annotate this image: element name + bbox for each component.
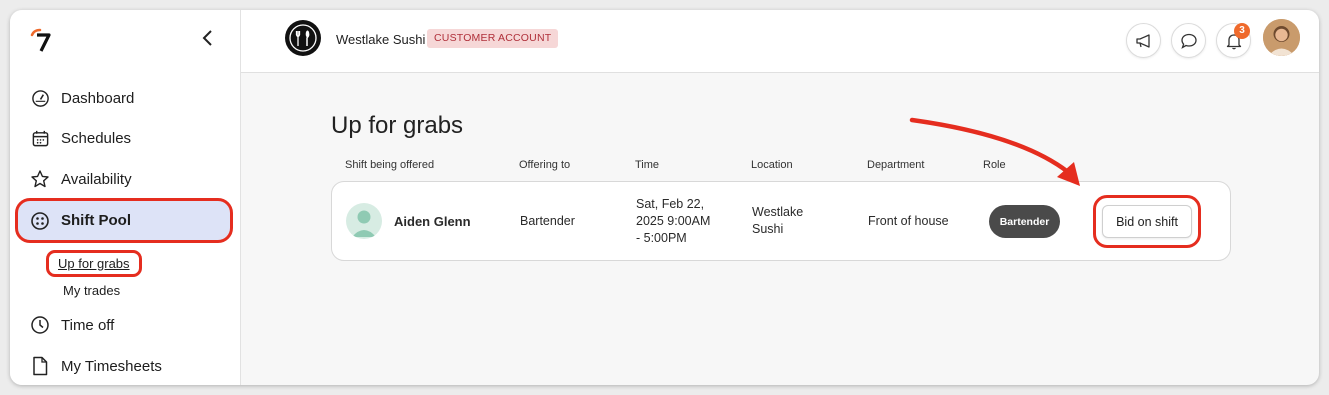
bid-on-shift-button[interactable]: Bid on shift [1102, 205, 1192, 238]
time-end-line: - 5:00PM [636, 231, 687, 245]
app-window: Dashboard Schedules Availability Shift P… [10, 10, 1319, 385]
company-logo-icon[interactable] [285, 20, 321, 56]
chat-bubble-icon [1180, 33, 1197, 49]
column-header-role: Role [983, 159, 1006, 171]
time-cell: Sat, Feb 22, 2025 9:00AM - 5:00PM [636, 196, 710, 247]
sidebar-item-label: My Timesheets [61, 357, 162, 375]
time-date-line: Sat, Feb 22, [636, 197, 705, 211]
sidebar-item-time-off[interactable]: Time off [18, 307, 230, 343]
department-cell: Front of house [868, 214, 949, 228]
location-line-1: Westlake [752, 205, 804, 219]
megaphone-icon [1135, 33, 1150, 48]
chevron-left-icon[interactable] [198, 28, 218, 48]
calendar-icon [30, 128, 50, 148]
sidebar-item-my-timesheets[interactable]: My Timesheets [18, 348, 230, 384]
company-name: Westlake Sushi [336, 32, 426, 47]
account-type-badge: CUSTOMER ACCOUNT [427, 29, 559, 48]
column-header-offering-to: Offering to [519, 159, 571, 171]
offerer-name: Aiden Glenn [394, 214, 471, 229]
column-header-shift: Shift being offered [345, 159, 435, 171]
sidebar-item-label: Time off [61, 316, 115, 334]
user-avatar[interactable] [1263, 19, 1300, 56]
bid-highlight: Bid on shift [1093, 195, 1201, 248]
sidebar-item-label: Dashboard [61, 89, 135, 107]
subnav-label: My trades [63, 283, 121, 298]
sidebar-item-label: Shift Pool [61, 212, 131, 229]
sidebar-item-schedules[interactable]: Schedules [18, 120, 230, 156]
document-icon [30, 356, 50, 376]
sidebar-item-dashboard[interactable]: Dashboard [18, 80, 230, 116]
location-line-2: Sushi [752, 222, 784, 236]
clock-icon [30, 315, 50, 335]
messages-button[interactable] [1171, 23, 1206, 58]
column-header-location: Location [751, 159, 793, 171]
notification-count-badge: 3 [1234, 23, 1250, 39]
sidebar-item-availability[interactable]: Availability [18, 161, 230, 197]
person-avatar-icon [346, 203, 382, 239]
time-start-line: 2025 9:00AM [636, 214, 711, 228]
sidebar: Dashboard Schedules Availability Shift P… [10, 10, 241, 385]
sidebar-item-label: Availability [61, 170, 132, 188]
announcements-button[interactable] [1126, 23, 1161, 58]
star-icon [30, 169, 50, 189]
subnav-my-trades[interactable]: My trades [63, 283, 120, 298]
subnav-label: Up for grabs [58, 256, 130, 271]
role-pill: Bartender [989, 205, 1060, 238]
table-row: Aiden Glenn Bartender Sat, Feb 22, 2025 … [331, 181, 1231, 261]
top-bar: Westlake Sushi CUSTOMER ACCOUNT 3 [241, 10, 1319, 73]
subnav-up-for-grabs[interactable]: Up for grabs [46, 250, 142, 277]
offering-to-cell: Bartender [520, 214, 575, 228]
shift-pool-icon [30, 211, 50, 231]
column-header-department: Department [867, 159, 925, 171]
sidebar-item-shift-pool[interactable]: Shift Pool [15, 198, 233, 243]
dashboard-icon [30, 88, 50, 108]
app-logo-icon[interactable] [28, 26, 54, 54]
column-header-time: Time [635, 159, 660, 171]
location-cell: Westlake Sushi [752, 204, 803, 238]
sidebar-item-label: Schedules [61, 129, 132, 147]
page-title: Up for grabs [331, 112, 464, 139]
